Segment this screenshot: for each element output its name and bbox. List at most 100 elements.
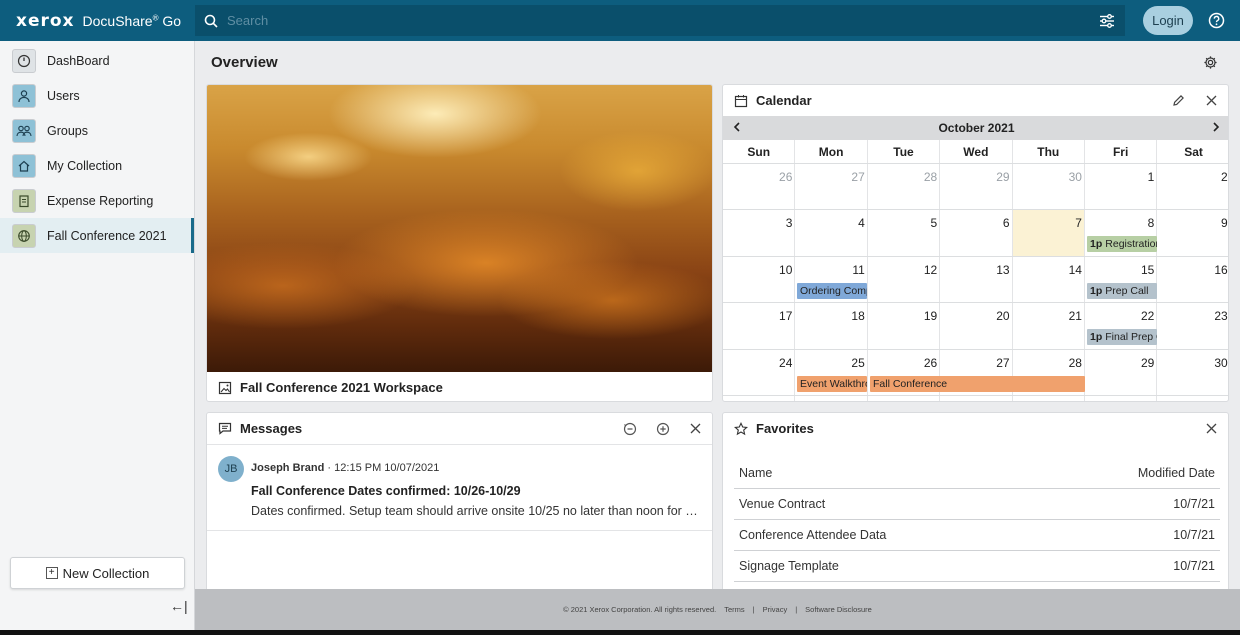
workspace-caption[interactable]: Fall Conference 2021 Workspace: [207, 372, 712, 401]
gear-icon[interactable]: [1203, 55, 1218, 73]
calendar-day[interactable]: 16: [1157, 257, 1228, 302]
calendar-week: 10 11 12 13 14 15 16 Ordering Comp 1p Pre…: [723, 256, 1228, 304]
calendar-day[interactable]: 1: [1085, 164, 1158, 210]
calendar-day[interactable]: 20: [940, 303, 1013, 349]
message-author: Joseph Brand: [251, 462, 325, 474]
sidebar-item-expense-reporting[interactable]: Expense Reporting: [0, 183, 194, 218]
calendar-day[interactable]: 1: [795, 395, 868, 401]
calendar-day[interactable]: 23: [1157, 303, 1228, 348]
calendar-day[interactable]: 21: [1013, 303, 1085, 349]
weekday-label: Tue: [868, 140, 941, 163]
search-icon[interactable]: [195, 14, 227, 28]
event-title: Registration: [1105, 238, 1157, 251]
calendar-day[interactable]: 6: [1157, 396, 1228, 401]
mark-read-icon[interactable]: [613, 422, 646, 436]
login-button[interactable]: Login: [1143, 6, 1193, 35]
event-title: Prep Call: [1105, 284, 1149, 297]
footer-link-privacy[interactable]: Privacy: [763, 605, 788, 614]
product-name: DocuShare® Go: [82, 12, 182, 29]
calendar-day[interactable]: 5: [1085, 395, 1158, 401]
calendar-day[interactable]: 5: [868, 210, 941, 256]
calendar-day[interactable]: 14: [1013, 256, 1085, 303]
close-icon[interactable]: [1195, 423, 1228, 434]
calendar-week: 17 18 19 20 21 22 23 1pFinal Prep C: [723, 303, 1228, 350]
calendar-day[interactable]: 3: [940, 395, 1013, 401]
sidebar-item-groups[interactable]: Groups: [0, 113, 194, 148]
chevron-left-icon[interactable]: [733, 121, 741, 135]
sidebar-item-dashboard[interactable]: DashBoard: [0, 43, 194, 78]
calendar-event[interactable]: 1pFinal Prep C: [1087, 329, 1157, 346]
calendar-day-today[interactable]: 7: [1012, 210, 1085, 256]
weekday-label: Wed: [940, 140, 1013, 163]
sidebar-item-my-collection[interactable]: My Collection: [0, 148, 194, 183]
event-title: Fall Conference: [873, 377, 948, 390]
favorite-name[interactable]: Venue Contract: [739, 497, 825, 511]
plus-icon: +: [45, 567, 58, 579]
message-timestamp: 12:15 PM 10/07/2021: [334, 462, 440, 474]
search-input[interactable]: [227, 5, 1089, 36]
calendar-day[interactable]: 24: [723, 349, 796, 395]
chevron-right-icon[interactable]: [1212, 121, 1220, 135]
calendar-event[interactable]: Ordering Comp: [797, 282, 867, 299]
sidebar-item-fall-conference-2021[interactable]: Fall Conference 2021: [0, 218, 194, 253]
calendar-event[interactable]: 1p Prep Call: [1087, 282, 1157, 299]
weekday-label: Mon: [795, 140, 868, 163]
calendar-day[interactable]: 2: [868, 395, 941, 401]
calendar-day[interactable]: 10: [723, 256, 796, 303]
calendar-day[interactable]: 17: [723, 303, 796, 349]
favorite-name[interactable]: Signage Template: [739, 559, 839, 573]
table-row[interactable]: Venue Contract 10/7/21: [734, 489, 1220, 520]
calendar-day[interactable]: 2: [1157, 164, 1228, 209]
workspace-card[interactable]: Fall Conference 2021 Workspace: [206, 84, 713, 402]
calendar-day[interactable]: 6: [940, 210, 1013, 256]
calendar-day[interactable]: 31: [723, 395, 796, 401]
home-icon: [12, 153, 36, 178]
add-circle-icon[interactable]: [646, 422, 679, 436]
table-row[interactable]: Signage Template 10/7/21: [734, 551, 1220, 582]
table-row[interactable]: Conference Attendee Data 10/7/21: [734, 520, 1220, 551]
calendar-day[interactable]: 4: [1013, 395, 1085, 401]
user-icon: [12, 83, 36, 108]
new-collection-button[interactable]: + New Collection: [10, 557, 185, 589]
calendar-day[interactable]: 28: [868, 164, 941, 210]
calendar-day[interactable]: 27: [795, 164, 868, 210]
footer-separator: |: [795, 605, 798, 614]
calendar-day[interactable]: 12: [868, 256, 941, 303]
brand-logo[interactable]: xerox DocuShare® Go: [0, 0, 195, 41]
sidebar-item-label: Expense Reporting: [47, 193, 154, 208]
sidebar-item-users[interactable]: Users: [0, 78, 194, 113]
calendar-day[interactable]: 4: [795, 210, 868, 256]
calendar-event[interactable]: 1p Registration: [1087, 236, 1157, 253]
close-icon[interactable]: [1195, 95, 1228, 106]
column-header-name[interactable]: Name: [739, 466, 772, 480]
calendar-month-nav: October 2021: [723, 116, 1228, 140]
calendar-day[interactable]: 30: [1013, 164, 1085, 210]
favorite-date: 10/7/21: [1173, 528, 1215, 542]
column-header-modified-date[interactable]: Modified Date: [1138, 466, 1215, 480]
calendar-day[interactable]: 29: [1085, 349, 1158, 395]
footer-link-terms[interactable]: Terms: [724, 605, 744, 614]
favorite-name[interactable]: Conference Attendee Data: [739, 528, 886, 542]
filter-sliders-icon[interactable]: [1089, 13, 1125, 28]
calendar-day[interactable]: 26: [723, 164, 796, 210]
footer-link-software-disclosure[interactable]: Software Disclosure: [805, 605, 872, 614]
calendar-day[interactable]: 19: [868, 303, 941, 349]
calendar-icon: [734, 94, 748, 108]
collapse-sidebar-icon[interactable]: ←|: [170, 598, 188, 614]
calendar-day[interactable]: 30: [1157, 350, 1228, 395]
calendar-event[interactable]: Event Walkthro: [797, 375, 867, 392]
calendar-event[interactable]: Fall Conference: [870, 375, 1085, 392]
help-icon[interactable]: [1208, 12, 1225, 32]
event-time: 1p: [1090, 331, 1103, 344]
calendar-day[interactable]: 18: [795, 303, 868, 349]
calendar-day[interactable]: 9: [1157, 210, 1228, 255]
calendar-day[interactable]: 13: [940, 256, 1013, 303]
message-item[interactable]: JB Joseph Brand · 12:15 PM 10/07/2021 Fa…: [207, 444, 712, 531]
edit-pencil-icon[interactable]: [1162, 94, 1195, 107]
weekday-label: Sun: [723, 140, 796, 163]
favorites-header: Favorites: [723, 413, 1228, 444]
calendar-weekday-header: Sun Mon Tue Wed Thu Fri Sat: [723, 140, 1228, 164]
close-icon[interactable]: [679, 423, 712, 434]
calendar-day[interactable]: 3: [723, 210, 796, 256]
calendar-day[interactable]: 29: [940, 164, 1013, 210]
